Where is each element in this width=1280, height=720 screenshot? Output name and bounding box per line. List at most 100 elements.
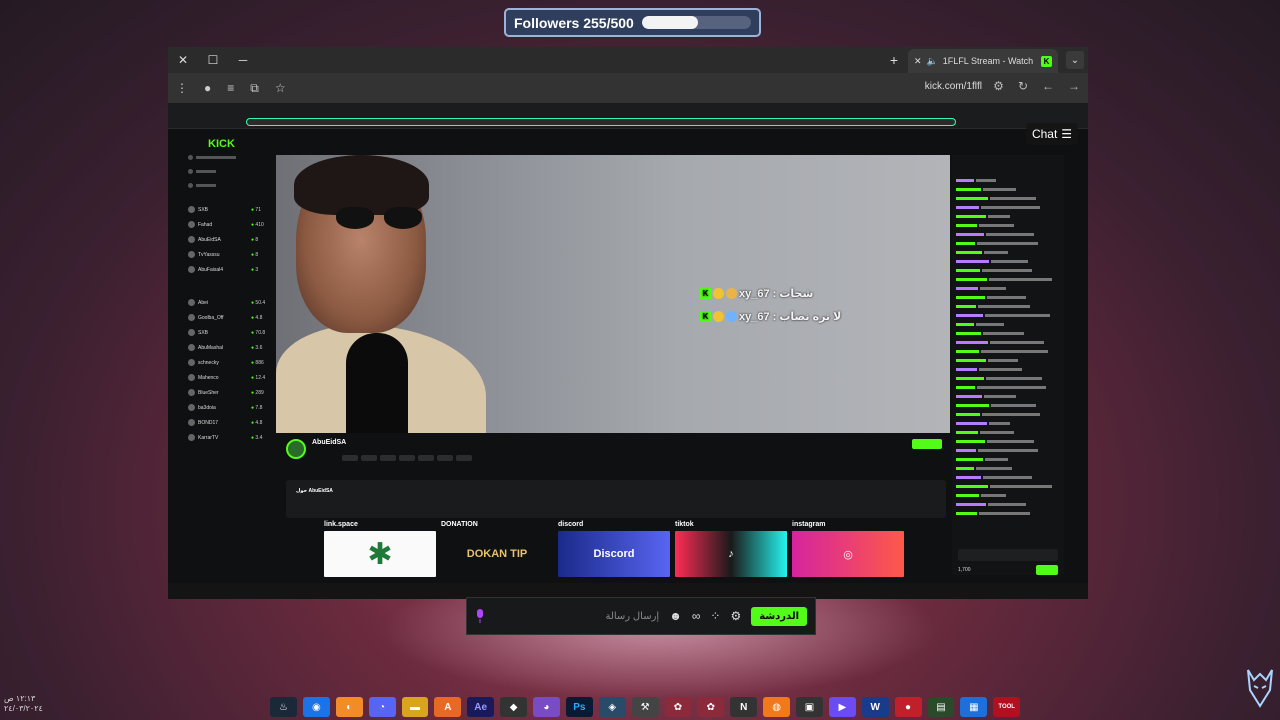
- word-icon[interactable]: W: [861, 697, 889, 717]
- wrench-icon[interactable]: ⚒: [631, 697, 659, 717]
- after-effects-icon[interactable]: Ae: [467, 697, 495, 717]
- channel-item[interactable]: KarrarTV ● 3.4: [188, 430, 276, 445]
- video-player[interactable]: K xy_67 : شحات K xy_67 : لا تره نصاب: [276, 155, 950, 433]
- channel-avatar: [188, 329, 195, 336]
- app-icon[interactable]: A: [434, 697, 462, 717]
- minimize-button[interactable]: ─: [228, 47, 258, 73]
- address-bar[interactable]: kick.com/1flfl: [925, 81, 982, 92]
- menu-icon[interactable]: ⋮: [176, 81, 188, 95]
- notepad-icon[interactable]: ▤: [927, 697, 955, 717]
- close-window-button[interactable]: ✕: [168, 47, 198, 73]
- panel-donation[interactable]: DONATION DOKAN TIP: [441, 521, 553, 577]
- channel-item[interactable]: SXB ● 70.8: [188, 325, 276, 340]
- streamer-avatar[interactable]: [286, 439, 306, 459]
- channel-item[interactable]: AbuEidSA ● 8: [188, 232, 276, 247]
- dots-icon[interactable]: ⁘: [710, 609, 720, 623]
- channel-name: BOND17: [198, 419, 219, 426]
- chat-message: [956, 438, 1060, 445]
- graphics-icon[interactable]: ◕: [533, 697, 560, 717]
- channel-avatar: [188, 344, 195, 351]
- browser-icon[interactable]: ◐: [335, 697, 363, 717]
- record-icon[interactable]: ●: [894, 697, 922, 717]
- panel-instagram[interactable]: instagram ◎: [792, 521, 904, 577]
- browser-window: ✕ ☐ ─ + ✕ 🔈 1FLFL Stream - Watch Live K …: [168, 47, 1088, 599]
- chrome-icon[interactable]: ◉: [302, 697, 330, 717]
- gpu-icon[interactable]: ▣: [796, 697, 823, 717]
- channel-item[interactable]: BOND17 ● 4.8: [188, 415, 276, 430]
- channel-item[interactable]: Abei ● 50.4: [188, 295, 276, 310]
- game-icon[interactable]: ✿: [664, 697, 692, 717]
- chat-message-bar: إرسال رسالة ☻ ∞ ⁘ ⚙ الدردشة: [466, 597, 816, 635]
- profile-icon[interactable]: ●: [204, 81, 211, 95]
- panel-discord[interactable]: discord Discord: [558, 521, 670, 577]
- panel-tiktok[interactable]: tiktok ♪: [675, 521, 787, 577]
- video-editor-icon[interactable]: ▶: [828, 697, 856, 717]
- channel-item[interactable]: BlueSher ● 289: [188, 385, 276, 400]
- browser-tab[interactable]: ✕ 🔈 1FLFL Stream - Watch Live K: [908, 49, 1058, 73]
- notion-icon[interactable]: N: [730, 697, 758, 717]
- back-icon[interactable]: ←: [1042, 79, 1054, 93]
- channel-item[interactable]: schnecky ● 886: [188, 355, 276, 370]
- channel-item[interactable]: Mahenco ● 12.4: [188, 370, 276, 385]
- channel-item[interactable]: AbuFaisal4 ● 3: [188, 262, 276, 277]
- infinity-icon[interactable]: ∞: [692, 609, 701, 623]
- chat-count: 1,700: [958, 567, 971, 573]
- microphone-icon[interactable]: [475, 609, 485, 623]
- follow-button[interactable]: [912, 439, 942, 449]
- new-tab-button[interactable]: +: [884, 47, 904, 73]
- extensions-icon[interactable]: ⧉: [250, 81, 259, 96]
- reload-icon[interactable]: ↻: [1018, 79, 1028, 93]
- channel-item[interactable]: Goolba_Off ● 4.8: [188, 310, 276, 325]
- followers-progress-fill: [641, 16, 698, 29]
- streamer-name[interactable]: AbuEidSA: [312, 439, 346, 446]
- channel-item[interactable]: AbuMashal ● 3.6: [188, 340, 276, 355]
- chat-message: [956, 402, 1060, 409]
- nav-following[interactable]: [188, 178, 276, 192]
- about-heading: حول AbuEidSA: [296, 488, 333, 494]
- chat-toggle-button[interactable]: Chat ☰: [1026, 123, 1078, 145]
- editor-icon[interactable]: ◈: [598, 697, 626, 717]
- channel-name: Fahad: [198, 221, 213, 228]
- blender-icon[interactable]: ◍: [763, 697, 790, 717]
- forward-icon[interactable]: →: [1068, 79, 1080, 93]
- site-settings-icon[interactable]: ⚙: [993, 79, 1004, 93]
- message-input[interactable]: إرسال رسالة: [495, 611, 659, 622]
- settings-gear-icon[interactable]: ⚙: [730, 609, 741, 623]
- game-icon-2[interactable]: ✿: [697, 697, 725, 717]
- steam-icon[interactable]: ♨: [270, 697, 297, 717]
- emoji-icon[interactable]: ☻: [669, 609, 682, 623]
- panel-linkspace[interactable]: link.space ✱: [324, 521, 436, 577]
- channel-name: AbuFaisal4: [198, 266, 224, 273]
- browser-toolbar: ⋮ ● ≡ ⧉ ☆ kick.com/1flfl ⚙ ↻ ← →: [168, 73, 1088, 103]
- unity-icon[interactable]: ◆: [500, 697, 527, 717]
- kick-favicon-icon: K: [1041, 55, 1052, 67]
- nav-home[interactable]: [188, 150, 276, 164]
- chat-message: [956, 375, 1060, 382]
- maximize-button[interactable]: ☐: [198, 47, 228, 73]
- store-icon[interactable]: ▦: [960, 697, 988, 717]
- chat-message: [956, 483, 1060, 490]
- playlist-icon[interactable]: ≡: [227, 81, 234, 95]
- chat-message: [956, 285, 1060, 292]
- chat-label: Chat: [1031, 127, 1058, 141]
- channel-viewers: ● 70.8: [251, 329, 266, 336]
- folder-icon[interactable]: ▬: [401, 697, 429, 717]
- channel-avatar: [188, 374, 195, 381]
- channel-item[interactable]: Fahad ● 410: [188, 217, 276, 232]
- photoshop-icon[interactable]: Ps: [565, 697, 593, 717]
- discord-icon[interactable]: ◔: [368, 697, 396, 717]
- channel-item[interactable]: ba3doia ● 7.8: [188, 400, 276, 415]
- channel-item[interactable]: SXB ● 71: [188, 202, 276, 217]
- tab-close-icon[interactable]: ✕: [914, 56, 922, 67]
- channel-viewers: ● 7.8: [251, 404, 263, 411]
- channel-avatar: [188, 206, 195, 213]
- tab-list-button[interactable]: ⌄: [1066, 51, 1084, 69]
- bookmark-star-icon[interactable]: ☆: [275, 81, 286, 95]
- channel-avatar: [188, 314, 195, 321]
- chat-send-button[interactable]: الدردشة: [751, 606, 807, 626]
- nav-browse[interactable]: [188, 164, 276, 178]
- about-section: حول AbuEidSA: [286, 480, 946, 518]
- channel-item[interactable]: TvYasssu ● 8: [188, 247, 276, 262]
- chat-message: [956, 348, 1060, 355]
- tool-icon[interactable]: TOOL: [993, 697, 1021, 717]
